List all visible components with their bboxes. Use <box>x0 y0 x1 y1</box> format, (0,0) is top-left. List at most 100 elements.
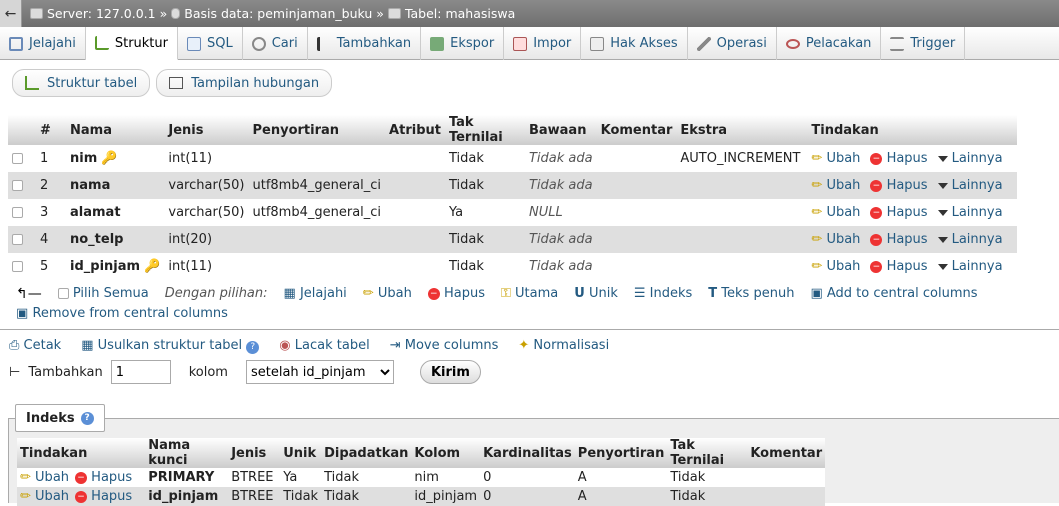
normalize-button[interactable]: ✦ Normalisasi <box>518 336 609 356</box>
bulk-index-button[interactable]: ☰ Indeks <box>634 284 692 304</box>
track-table-button[interactable]: ◉ Lacak tabel <box>279 336 369 356</box>
delete-button[interactable]: − Hapus <box>870 178 928 193</box>
tab-structure[interactable]: Struktur <box>85 27 178 60</box>
check-all[interactable]: Pilih Semua <box>57 284 149 304</box>
propose-icon: ▦ <box>81 338 94 353</box>
row-checkbox[interactable] <box>12 207 23 218</box>
collapse-arrow-icon[interactable]: ← <box>0 0 22 27</box>
row-checkbox[interactable] <box>12 261 23 272</box>
row-checkbox[interactable] <box>12 180 23 191</box>
with-selected-bar: ↰— Pilih Semua Dengan pilihan: ▦ Jelajah… <box>16 284 1046 324</box>
bulk-add-central-button[interactable]: ▣ Add to central columns <box>810 284 977 304</box>
column-count-input[interactable] <box>110 360 171 384</box>
help-icon[interactable]: ? <box>246 341 260 354</box>
row-checkbox[interactable] <box>12 153 23 164</box>
structure-icon <box>25 76 39 90</box>
pencil-icon: ✏ <box>20 489 31 504</box>
idx-header-column: Kolom <box>411 438 481 468</box>
check-all-checkbox[interactable] <box>57 288 69 299</box>
more-dropdown[interactable]: Lainnya <box>937 205 1003 220</box>
delete-icon: − <box>870 233 883 246</box>
tab-import[interactable]: Impor <box>504 27 582 60</box>
tab-insert[interactable]: Tambahkan <box>308 27 422 60</box>
more-dropdown[interactable]: Lainnya <box>937 151 1003 166</box>
move-columns-button[interactable]: ⇥ Move columns <box>390 336 499 356</box>
edit-button[interactable]: ✏ Ubah <box>811 151 860 166</box>
breadcrumb-bar: ← Server: 127.0.0.1 » Basis data: peminj… <box>0 0 1059 27</box>
tab-operations[interactable]: Operasi <box>688 27 777 60</box>
bulk-edit-button[interactable]: ✏ Ubah <box>363 284 412 304</box>
dropdown-arrow-icon <box>937 236 948 243</box>
propose-structure-button[interactable]: ▦ Usulkan struktur tabel ? <box>81 336 260 356</box>
column-position-select[interactable]: setelah id_pinjam <box>245 360 394 384</box>
wand-icon: ✦ <box>518 338 530 353</box>
pencil-icon: ✏ <box>811 178 823 193</box>
browse-icon <box>9 36 23 51</box>
tab-relation-view[interactable]: Tampilan hubungan <box>156 69 333 97</box>
wrench-icon <box>696 36 711 51</box>
edit-button[interactable]: ✏ Ubah <box>811 232 860 247</box>
delete-button[interactable]: − Hapus <box>870 151 928 166</box>
col-header-extra[interactable]: Ekstra <box>676 115 808 145</box>
edit-button[interactable]: ✏ Ubah <box>811 178 860 193</box>
eye-icon <box>785 38 800 49</box>
col-header-attributes[interactable]: Atribut <box>385 115 445 145</box>
key-icon: ⚿ <box>500 286 511 301</box>
divider <box>0 329 1059 330</box>
tab-triggers[interactable]: Trigger <box>881 27 966 60</box>
edit-button[interactable]: ✏ Ubah <box>811 205 860 220</box>
col-header-type[interactable]: Jenis <box>164 115 249 145</box>
edit-button[interactable]: ✏ Ubah <box>20 489 69 504</box>
row-checkbox[interactable] <box>12 234 23 245</box>
bulk-primary-button[interactable]: ⚿ Utama <box>501 284 558 304</box>
more-dropdown[interactable]: Lainnya <box>937 259 1003 274</box>
breadcrumb-table[interactable]: Tabel: mahasiswa <box>405 6 515 21</box>
delete-button[interactable]: − Hapus <box>75 470 132 485</box>
tab-browse[interactable]: Jelajahi <box>0 27 86 60</box>
tab-privileges[interactable]: Hak Akses <box>581 27 688 60</box>
help-icon[interactable]: ? <box>80 411 94 425</box>
col-header-name[interactable]: Nama <box>66 115 165 145</box>
bulk-delete-button[interactable]: − Hapus <box>427 284 485 304</box>
pencil-icon: ✏ <box>811 151 823 166</box>
edit-button[interactable]: ✏ Ubah <box>811 259 860 274</box>
structure-subtabs: Struktur tabel Tampilan hubungan <box>12 69 333 97</box>
col-header-collation[interactable]: Penyortiran <box>248 115 386 145</box>
edit-button[interactable]: ✏ Ubah <box>20 470 69 485</box>
delete-icon: − <box>75 471 88 484</box>
delete-button[interactable]: − Hapus <box>75 489 132 504</box>
arrow-up-left-icon: ↰— <box>16 286 42 302</box>
bulk-fulltext-button[interactable]: T Teks penuh <box>708 284 794 304</box>
table-tools: ⎙ Cetak ▦ Usulkan struktur tabel ? ◉ Lac… <box>9 336 609 356</box>
tab-sql[interactable]: SQL <box>178 27 243 60</box>
indexes-legend[interactable]: Indeks? <box>15 404 105 432</box>
print-button[interactable]: ⎙ Cetak <box>9 336 61 356</box>
bulk-browse-button[interactable]: ▦ Jelajahi <box>284 284 347 304</box>
idx-header-comment: Komentar <box>747 438 826 468</box>
eye-icon: ◉ <box>279 338 291 353</box>
tab-table-structure[interactable]: Struktur tabel <box>12 69 151 97</box>
bulk-remove-central-button[interactable]: ▣ Remove from central columns <box>16 304 228 324</box>
col-header-default[interactable]: Bawaan <box>524 115 597 145</box>
delete-button[interactable]: − Hapus <box>870 205 928 220</box>
tab-export[interactable]: Ekspor <box>421 27 505 60</box>
trigger-icon <box>890 36 905 51</box>
breadcrumb-database[interactable]: Basis data: peminjaman_buku <box>184 6 372 21</box>
breadcrumb-server[interactable]: Server: 127.0.0.1 <box>47 6 156 21</box>
delete-button[interactable]: − Hapus <box>870 259 928 274</box>
delete-button[interactable]: − Hapus <box>870 232 928 247</box>
import-icon <box>513 36 528 51</box>
submit-button[interactable]: Kirim <box>419 360 481 384</box>
more-dropdown[interactable]: Lainnya <box>937 232 1003 247</box>
dropdown-arrow-icon <box>937 209 948 216</box>
col-header-comment[interactable]: Komentar <box>596 115 677 145</box>
bulk-unique-button[interactable]: U Unik <box>574 284 618 304</box>
pencil-icon: ✏ <box>362 286 374 301</box>
index-key-icon: 🔑 <box>144 259 161 274</box>
tab-tracking[interactable]: Pelacakan <box>777 27 882 60</box>
more-dropdown[interactable]: Lainnya <box>937 178 1003 193</box>
pencil-icon: ✏ <box>811 259 823 274</box>
col-header-null[interactable]: Tak Ternilai <box>444 115 525 145</box>
tab-search[interactable]: Cari <box>243 27 308 60</box>
insert-icon <box>316 36 331 51</box>
